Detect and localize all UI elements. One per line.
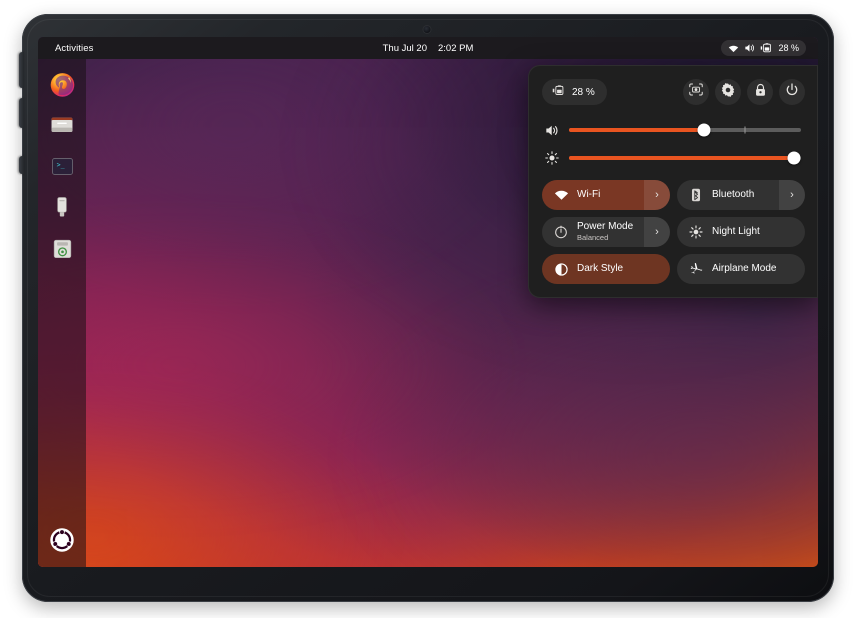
airplane-icon <box>683 262 709 276</box>
tablet-volume-up-button[interactable] <box>19 98 24 128</box>
tablet-screen: Activities Thu Jul 20 2:02 PM 28 % >_ 28… <box>38 37 818 567</box>
night-light-tile-text: Night Light <box>712 225 760 237</box>
battery-percent-label: 28 % <box>572 86 595 98</box>
show-applications-button[interactable] <box>47 525 77 555</box>
bluetooth-tile[interactable]: Bluetooth › <box>677 180 805 210</box>
lock-icon <box>754 83 767 102</box>
gear-icon <box>721 82 735 102</box>
dock-item-usb-drive[interactable] <box>47 192 77 222</box>
time-label: 2:02 PM <box>437 42 474 54</box>
wifi-tile-chevron-right-icon[interactable]: › <box>644 180 670 210</box>
dark-style-tile[interactable]: Dark Style <box>542 254 670 284</box>
screenshot-button[interactable] <box>683 79 709 105</box>
volume-slider-handle[interactable] <box>697 123 711 137</box>
wifi-tile[interactable]: Wi-Fi › <box>542 180 670 210</box>
battery-percent-label: 28 % <box>778 43 799 53</box>
bluetooth-tile-chevron-right-icon[interactable]: › <box>779 180 805 210</box>
tablet-volume-down-button[interactable] <box>19 156 24 174</box>
activities-button[interactable]: Activities <box>55 43 93 54</box>
quick-settings-panel: 28 % Wi-Fi › Bluetooth › Power Mode Bala… <box>528 65 818 298</box>
top-bar: Activities Thu Jul 20 2:02 PM 28 % <box>38 37 818 59</box>
wifi-tile-text: Wi-Fi <box>577 188 601 200</box>
svg-text:>_: >_ <box>56 160 64 168</box>
screenshot-icon <box>689 83 703 101</box>
volume-icon <box>544 124 560 137</box>
power-button[interactable] <box>779 79 805 105</box>
power-mode-icon <box>548 225 574 239</box>
quick-settings-header-buttons <box>683 79 805 105</box>
front-camera <box>423 26 430 33</box>
dock-item-files[interactable] <box>47 110 77 140</box>
battery-icon <box>760 43 773 53</box>
battery-icon <box>552 85 566 99</box>
airplane-mode-tile-text: Airplane Mode <box>712 262 777 274</box>
airplane-mode-tile[interactable]: Airplane Mode <box>677 254 805 284</box>
bluetooth-icon <box>683 188 709 202</box>
clock-area[interactable]: Thu Jul 20 2:02 PM <box>383 37 474 59</box>
power-icon <box>785 82 799 102</box>
volume-slider-fill <box>569 128 704 132</box>
brightness-slider-fill <box>569 156 795 160</box>
quick-settings-tiles: Wi-Fi › Bluetooth › Power Mode Balanced … <box>542 180 805 284</box>
dock-item-terminal[interactable]: >_ <box>47 151 77 181</box>
brightness-slider-handle[interactable] <box>787 151 801 165</box>
bluetooth-tile-text: Bluetooth <box>712 188 755 200</box>
brightness-icon <box>544 151 560 165</box>
night-light-tile[interactable]: Night Light <box>677 217 805 247</box>
dark-style-tile-text: Dark Style <box>577 262 624 274</box>
power-mode-tile[interactable]: Power Mode Balanced › <box>542 217 670 247</box>
volume-slider-row <box>544 117 805 143</box>
battery-status-button[interactable]: 28 % <box>542 79 607 105</box>
brightness-slider[interactable] <box>569 151 801 165</box>
night-light-icon <box>683 225 709 239</box>
brightness-slider-row <box>544 145 805 171</box>
power-mode-tile-chevron-right-icon[interactable]: › <box>644 217 670 247</box>
dock-item-disk-image[interactable] <box>47 233 77 263</box>
tablet-power-button[interactable] <box>19 52 24 88</box>
dark-style-icon <box>548 262 574 276</box>
quick-settings-header: 28 % <box>542 79 805 105</box>
volume-slider-tick <box>744 126 746 134</box>
power-mode-tile-sublabel: Balanced <box>577 232 609 242</box>
dock-item-firefox[interactable] <box>47 69 77 99</box>
wifi-icon <box>728 44 739 53</box>
screenshot-root: Activities Thu Jul 20 2:02 PM 28 % >_ 28… <box>0 0 853 618</box>
dock: >_ <box>38 59 86 567</box>
wifi-icon <box>548 189 574 201</box>
system-status-menu[interactable]: 28 % <box>721 40 806 56</box>
lock-button[interactable] <box>747 79 773 105</box>
volume-slider[interactable] <box>569 123 801 137</box>
power-mode-tile-text: Power Mode Balanced <box>577 221 634 242</box>
volume-icon <box>744 43 755 53</box>
date-label: Thu Jul 20 <box>382 42 427 54</box>
settings-button[interactable] <box>715 79 741 105</box>
